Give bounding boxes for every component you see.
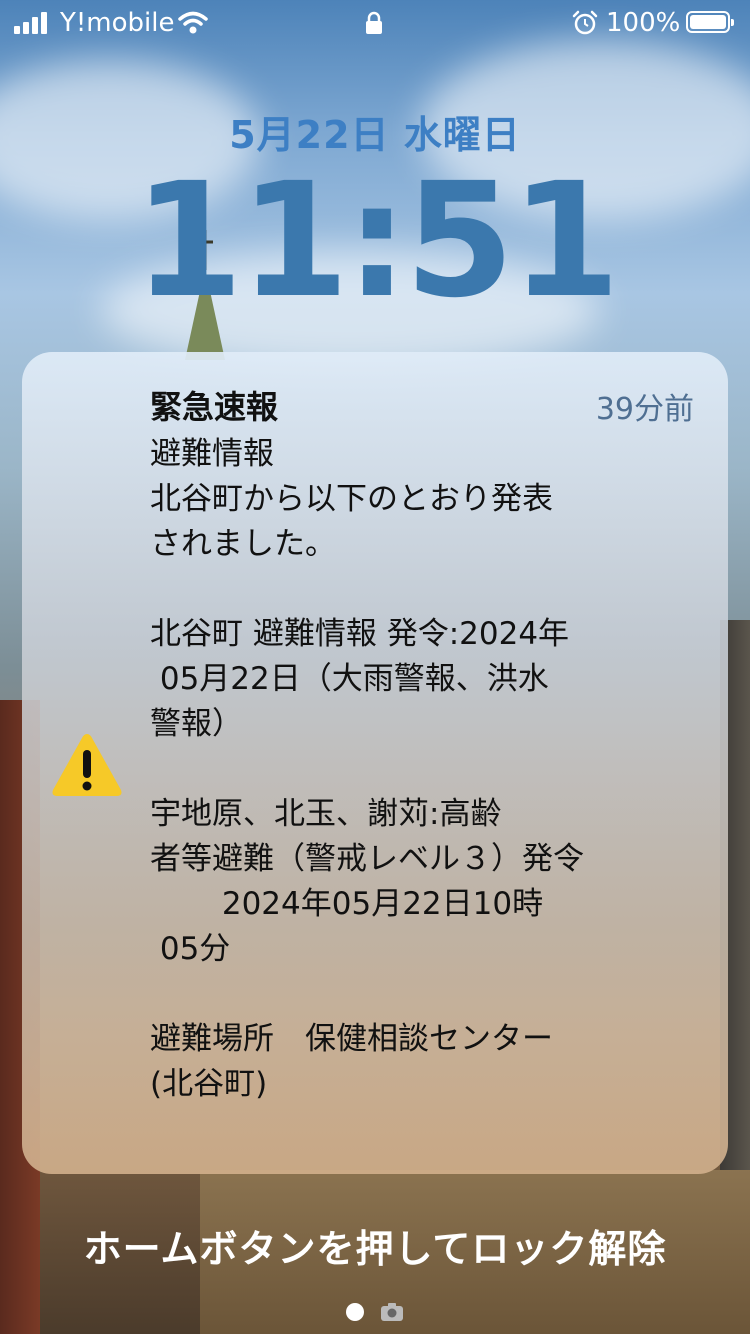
notification-line: 05分 — [150, 931, 231, 967]
notification-blank-line — [150, 567, 710, 612]
lock-time: 11:51 — [133, 149, 621, 333]
notification-line: されました。 — [150, 526, 336, 562]
warning-icon — [52, 734, 122, 796]
notification-body: 避難情報北谷町から以下のとおり発表 されました。北谷町 避難情報 発令:2024年… — [150, 432, 710, 1107]
notification-line: (北谷町) — [150, 1066, 268, 1102]
page-dot-icon — [346, 1303, 364, 1321]
battery-icon — [686, 11, 734, 33]
carrier-label: Y!mobile — [60, 8, 175, 38]
notification-line: 避難情報 — [150, 436, 274, 472]
alarm-icon — [572, 10, 598, 35]
notification-line: 05月22日（大雨警報、洪水 — [150, 661, 549, 697]
notification-line: 警報） — [150, 706, 243, 742]
notification-line: 者等避難（警戒レベル３）発令 — [150, 841, 584, 877]
notification-blank-line — [150, 747, 710, 792]
lock-icon — [366, 11, 382, 34]
notification-line: 北谷町から以下のとおり発表 — [150, 481, 553, 517]
wifi-icon — [178, 11, 208, 34]
notification-line: 避難場所 保健相談センター — [150, 1021, 553, 1057]
notification-time: 39分前 — [595, 392, 694, 427]
notification-line: 北谷町 避難情報 発令:2024年 — [150, 616, 570, 652]
emergency-notification[interactable]: 緊急速報 39分前 避難情報北谷町から以下のとおり発表 されました。北谷町 避難情… — [22, 352, 728, 1174]
unlock-hint: ホームボタンを押してロック解除 — [83, 1227, 667, 1271]
signal-icon — [14, 12, 47, 34]
battery-percent: 100% — [606, 8, 681, 38]
notification-line: 2024年05月22日10時 — [150, 886, 544, 922]
notification-blank-line — [150, 972, 710, 1017]
status-bar: Y!mobile 100% — [0, 0, 750, 48]
notification-title: 緊急速報 — [150, 388, 279, 426]
notification-line: 宇地原、北玉、謝苅:高齢 — [150, 796, 502, 832]
camera-icon[interactable] — [380, 1302, 404, 1322]
